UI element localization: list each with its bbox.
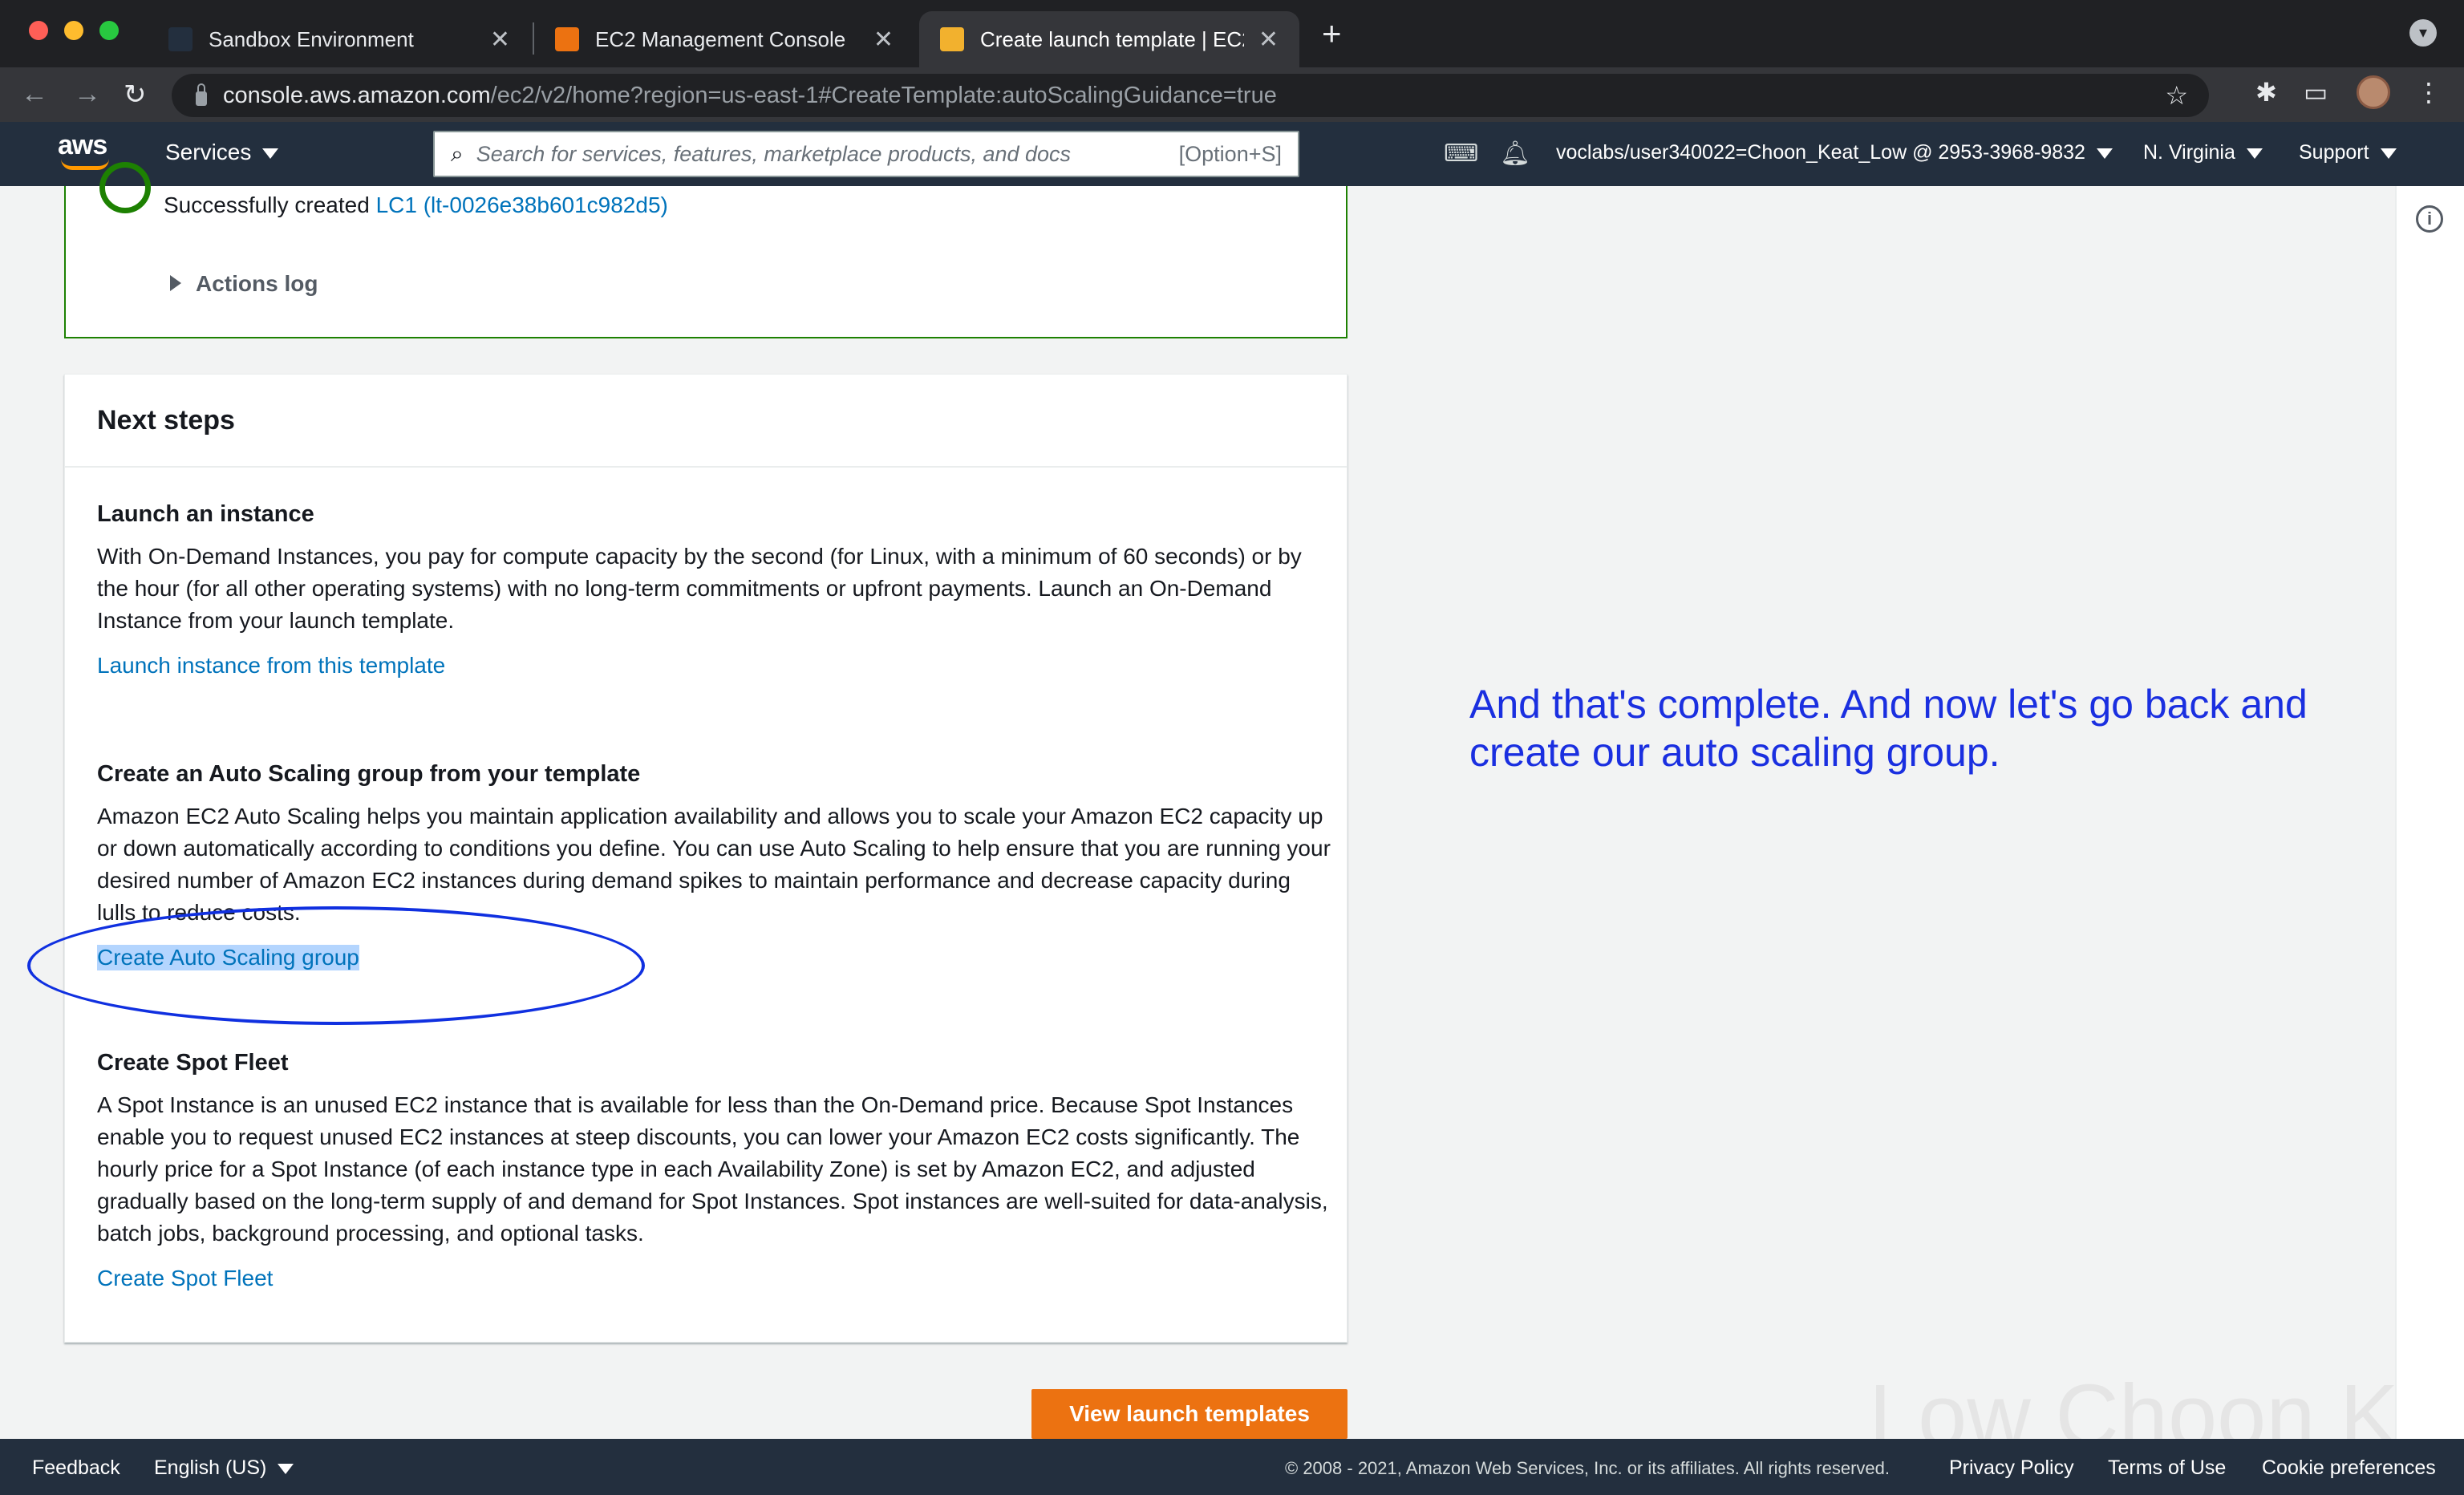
address-bar[interactable]: console.aws.amazon.com/ec2/v2/home?regio… [172,74,2209,117]
view-launch-templates-button[interactable]: View launch templates [1031,1389,1348,1439]
close-tab-icon[interactable]: ✕ [490,26,510,54]
launch-instance-section: Launch an instance With On-Demand Instan… [97,501,1332,679]
browser-tab-bar: Sandbox Environment ✕ EC2 Management Con… [0,0,2464,67]
tab-search-chevron-icon[interactable]: ▾ [2409,19,2437,47]
feedback-link[interactable]: Feedback [32,1457,120,1480]
spot-fleet-section: Create Spot Fleet A Spot Instance is an … [97,1050,1332,1291]
cast-icon[interactable]: ▭ [2304,77,2328,107]
section-body: With On-Demand Instances, you pay for co… [97,544,1302,633]
url-text: console.aws.amazon.com/ec2/v2/home?regio… [223,82,1277,108]
info-icon[interactable]: i [2416,205,2443,233]
section-body: A Spot Instance is an unused EC2 instanc… [97,1092,1328,1246]
caret-down-icon [2380,148,2397,159]
minimize-window-button[interactable] [64,21,83,40]
close-tab-icon[interactable]: ✕ [873,26,894,54]
card-header: Next steps [65,375,1347,468]
tab-sandbox-environment[interactable]: Sandbox Environment ✕ [148,11,531,67]
global-search-input[interactable]: ⌕ Search for services, features, marketp… [433,131,1299,177]
section-heading: Create an Auto Scaling group from your t… [97,761,641,787]
help-panel-rail: i [2395,186,2464,1439]
search-icon: ⌕ [451,140,464,166]
aws-favicon-icon [168,27,192,51]
region-menu[interactable]: N. Virginia [2143,141,2263,164]
cookie-preferences-link[interactable]: Cookie preferences [2262,1457,2436,1480]
section-heading: Create Spot Fleet [97,1050,289,1076]
lock-icon [196,83,207,106]
launch-template-favicon-icon [940,27,964,51]
back-arrow-icon[interactable]: ← [21,79,48,110]
close-window-button[interactable] [29,21,48,40]
caret-down-icon [278,1463,294,1474]
language-selector[interactable]: English (US) [154,1457,294,1480]
create-spot-fleet-link[interactable]: Create Spot Fleet [97,1266,273,1291]
success-check-icon [99,162,151,213]
success-message: Successfully created LC1 (lt-0026e38b601… [164,192,668,217]
cloudshell-icon[interactable]: ⌨ [1444,140,1478,168]
actions-log-toggle[interactable]: Actions log [170,271,318,297]
aws-smile-icon [61,159,109,170]
next-steps-card: Next steps Launch an instance With On-De… [64,374,1348,1343]
profile-avatar[interactable] [2357,75,2390,109]
launch-template-link[interactable]: LC1 (lt-0026e38b601c982d5) [376,192,668,217]
launch-instance-link[interactable]: Launch instance from this template [97,653,445,679]
tutorial-annotation: And that's complete. And now let's go ba… [1469,682,2308,775]
account-menu[interactable]: voclabs/user340022=Choon_Keat_Low @ 2953… [1556,141,2113,164]
caret-down-icon [262,148,279,160]
close-tab-icon[interactable]: ✕ [1258,26,1279,54]
browser-toolbar: ← → ↻ console.aws.amazon.com/ec2/v2/home… [0,67,2464,122]
ec2-favicon-icon [555,27,579,51]
section-heading: Launch an instance [97,501,314,527]
bell-icon[interactable]: 🔔︎ [1500,140,1530,168]
new-tab-icon[interactable]: + [1322,14,1342,53]
next-steps-title: Next steps [97,405,235,436]
caret-down-icon [2096,148,2113,159]
tab-ec2-console[interactable]: EC2 Management Console ✕ [534,11,914,67]
console-footer: Feedback English (US) © 2008 - 2021, Ama… [0,1439,2464,1495]
tab-create-launch-template[interactable]: Create launch template | EC2 Management … [919,11,1299,67]
annotation-ellipse [27,906,645,1025]
aws-top-nav: aws Services ⌕ Search for services, feat… [0,122,2464,186]
caret-down-icon [2246,148,2263,159]
bookmark-star-icon[interactable]: ☆ [2165,80,2188,111]
caret-right-icon [170,275,181,291]
support-menu[interactable]: Support [2299,141,2397,164]
services-menu[interactable]: Services [165,140,279,165]
terms-of-use-link[interactable]: Terms of Use [2108,1457,2226,1480]
zoom-window-button[interactable] [99,21,119,40]
copyright-text: © 2008 - 2021, Amazon Web Services, Inc.… [1285,1458,1890,1478]
success-alert: Successfully created LC1 (lt-0026e38b601… [64,162,1348,338]
extensions-puzzle-icon[interactable]: ✱ [2255,77,2277,107]
aws-logo[interactable]: aws [58,130,114,170]
browser-menu-icon[interactable]: ⋮ [2416,77,2442,107]
privacy-policy-link[interactable]: Privacy Policy [1949,1457,2074,1480]
forward-arrow-icon[interactable]: → [74,79,101,110]
reload-icon[interactable]: ↻ [124,79,147,111]
